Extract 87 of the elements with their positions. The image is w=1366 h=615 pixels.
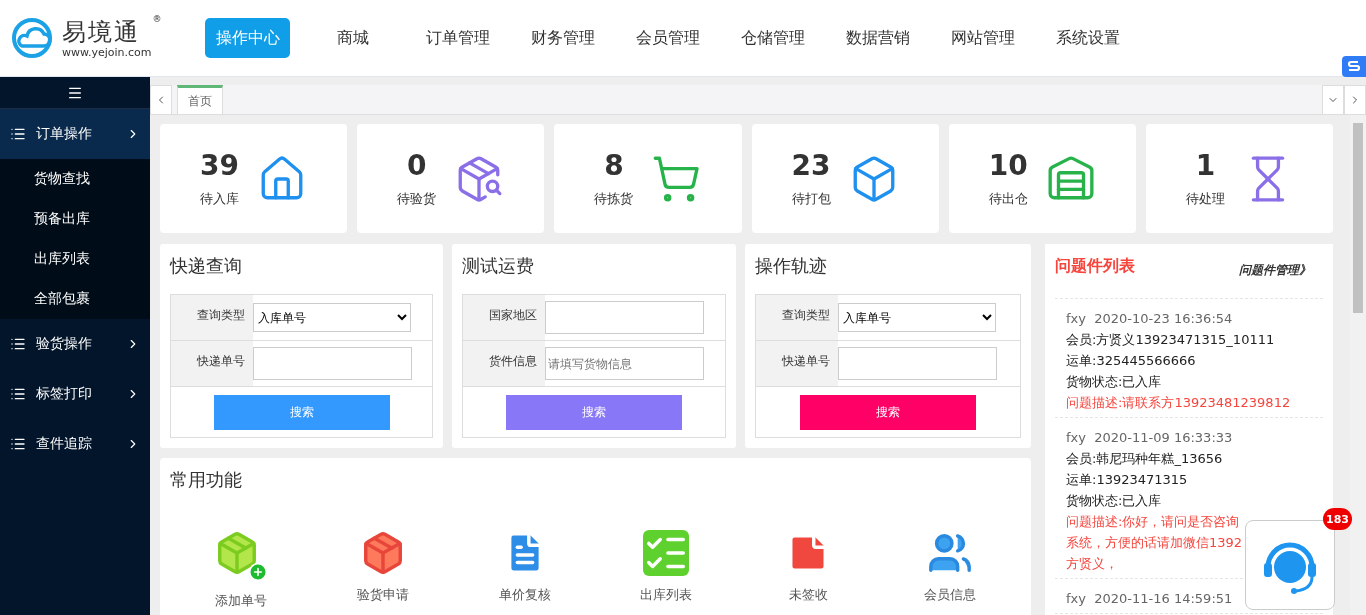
input-field[interactable] — [253, 347, 412, 380]
panel-title: 快递查询 — [170, 254, 243, 278]
nav-item[interactable]: 数据营销 — [825, 18, 930, 58]
nav-item[interactable]: 网站管理 — [930, 18, 1035, 58]
panel-title: 测试运费 — [462, 254, 535, 278]
search-button[interactable]: 搜索 — [800, 394, 976, 430]
extension-icon[interactable] — [1342, 56, 1366, 77]
select-field[interactable]: 入库单号 — [253, 303, 411, 332]
nav-item[interactable]: 商城 — [300, 18, 405, 58]
logo-name: 易境通 — [62, 17, 141, 46]
issue-description: 问题描述:你好，请问是否咨询 — [1066, 513, 1241, 531]
list-icon — [10, 436, 26, 452]
issue-detail: 运单:325445566666 — [1066, 352, 1197, 370]
function-label[interactable]: 会员信息 — [924, 586, 977, 604]
stat-card[interactable]: 10 待出仓 — [948, 124, 1136, 233]
stat-value: 1 — [1195, 149, 1216, 182]
registered-mark: ® — [152, 13, 162, 24]
field-label: 查询类型 — [171, 295, 253, 340]
list-icon — [10, 336, 26, 352]
stat-card[interactable]: 8 待拣货 — [554, 124, 742, 233]
function-label[interactable]: 单价复核 — [498, 586, 551, 604]
stat-label: 待拣货 — [594, 190, 634, 208]
issue-detail: 运单:13923471315 — [1066, 471, 1189, 489]
sidebar-subitem[interactable]: 全部包裹 — [0, 279, 150, 319]
sidebar-subitem[interactable]: 预备出库 — [0, 199, 150, 239]
field-label: 快递单号 — [171, 341, 253, 386]
field-label: 快递单号 — [756, 341, 838, 386]
stat-label: 待打包 — [791, 190, 831, 208]
issue-detail: 货物状态:已入库 — [1066, 492, 1163, 510]
issue-description: 方贤义， — [1066, 555, 1119, 573]
function-label[interactable]: 添加单号 — [214, 592, 267, 610]
issue-detail: 会员:韩尼玛种年糕_13656 — [1066, 450, 1224, 468]
logo-url: www.yejoin.com — [62, 45, 152, 59]
stat-card[interactable]: 23 待打包 — [751, 124, 939, 233]
sidebar-item[interactable]: 验货操作 — [0, 319, 150, 369]
panel-title: 问题件列表 — [1055, 256, 1135, 277]
stat-label: 待入库 — [200, 190, 240, 208]
field-label: 查询类型 — [756, 295, 838, 340]
notification-badge: 183 — [1323, 508, 1352, 530]
field-label: 国家地区 — [463, 295, 545, 340]
stat-label: 待处理 — [1185, 190, 1225, 208]
sidebar-item[interactable]: 订单操作 — [0, 109, 150, 159]
scroll-thumb[interactable] — [1353, 123, 1363, 313]
tab-menu-button[interactable] — [1322, 85, 1344, 115]
field-label: 货件信息 — [463, 341, 545, 386]
issue-header: fxy 2020-11-16 14:59:51 — [1066, 590, 1234, 608]
function-label[interactable]: 未签收 — [788, 586, 828, 604]
list-icon — [10, 386, 26, 402]
stat-value: 39 — [200, 149, 240, 182]
stat-value: 8 — [604, 149, 624, 182]
nav-item[interactable]: 会员管理 — [615, 18, 720, 58]
stat-card[interactable]: 1 待处理 — [1145, 124, 1333, 233]
sidebar-subitem[interactable]: 出库列表 — [0, 239, 150, 279]
sidebar-item[interactable]: 查件追踪 — [0, 419, 150, 469]
stat-card[interactable]: 39 待入库 — [160, 124, 348, 233]
nav-item[interactable]: 系统设置 — [1035, 18, 1140, 58]
tab[interactable]: 首页 — [177, 85, 223, 114]
nav-item[interactable]: 仓储管理 — [720, 18, 825, 58]
select-field[interactable]: 入库单号 — [838, 303, 996, 332]
input-field[interactable]: 请填写货物信息 — [545, 347, 704, 380]
stat-label: 待出仓 — [988, 190, 1028, 208]
scroll-left-button[interactable] — [150, 85, 172, 115]
panel-title: 常用功能 — [170, 468, 243, 492]
checklist-icon — [643, 530, 690, 576]
function-label[interactable]: 验货申请 — [356, 586, 409, 604]
stat-value: 10 — [988, 149, 1028, 182]
issue-header: fxy 2020-11-09 16:33:33 — [1066, 429, 1234, 447]
sidebar-subitem[interactable]: 货物查找 — [0, 159, 150, 199]
input-field[interactable] — [838, 347, 997, 380]
panel-title: 操作轨迹 — [755, 254, 828, 278]
nav-item[interactable]: 财务管理 — [510, 18, 615, 58]
issue-detail: 会员:方贤义13923471315_10111 — [1066, 331, 1276, 349]
stat-value: 23 — [791, 149, 831, 182]
issue-header: fxy 2020-10-23 16:36:54 — [1066, 310, 1234, 328]
sidebar-item[interactable]: 标签打印 — [0, 369, 150, 419]
issue-description: 系统，方便的话请加微信1392 — [1066, 534, 1244, 552]
input-field[interactable] — [545, 301, 704, 334]
issue-detail: 货物状态:已入库 — [1066, 373, 1163, 391]
issue-description: 问题描述:请联系方13923481239812 — [1066, 394, 1292, 412]
nav-item[interactable]: 订单管理 — [405, 18, 510, 58]
stat-label: 待验货 — [397, 190, 437, 208]
function-label[interactable]: 出库列表 — [640, 586, 693, 604]
scroll-right-button[interactable] — [1344, 85, 1366, 115]
issue-management-link[interactable]: 问题件管理》 — [1239, 262, 1311, 279]
stat-card[interactable]: 0 待验货 — [357, 124, 545, 233]
list-icon — [10, 126, 26, 142]
stat-value: 0 — [407, 149, 427, 182]
